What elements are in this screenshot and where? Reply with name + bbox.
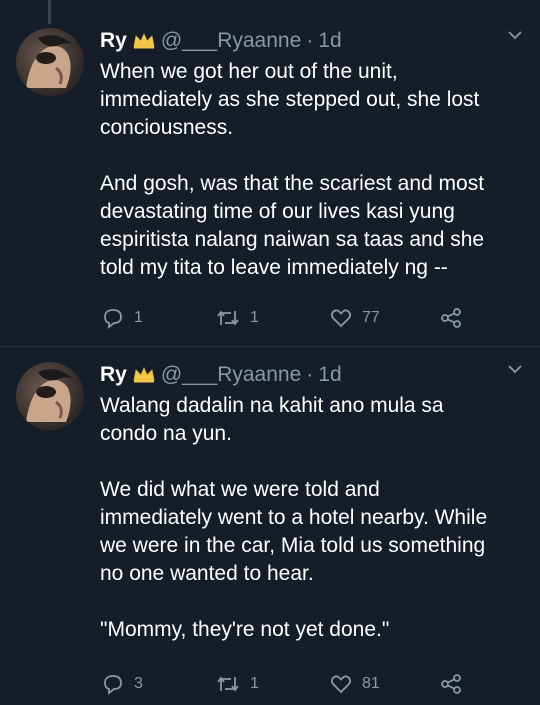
tweet-paragraph: "Mommy, they're not yet done." (100, 618, 390, 641)
like-count: 81 (362, 675, 380, 692)
tweet-body: Walang dadalin na kahit ano mula sa cond… (100, 392, 510, 644)
avatar[interactable] (16, 362, 84, 430)
tweet-body: When we got her out of the unit, immedia… (100, 58, 510, 282)
like-count: 77 (362, 309, 380, 326)
chevron-down-icon[interactable] (508, 30, 522, 40)
heart-icon (330, 675, 352, 694)
share-button[interactable] (440, 307, 472, 329)
tweet-header: Ry @___Ryaanne · 1d (100, 28, 510, 54)
share-button[interactable] (440, 673, 472, 695)
separator: · (306, 29, 314, 52)
timestamp[interactable]: 1d (318, 28, 341, 54)
reply-icon (104, 309, 122, 329)
heart-icon (330, 309, 352, 328)
handle[interactable]: @___Ryaanne (161, 362, 301, 388)
retweet-count: 1 (250, 309, 259, 326)
tweet-header: Ry @___Ryaanne · 1d (100, 362, 510, 388)
crown-icon (133, 33, 155, 49)
tweet-paragraph: Walang dadalin na kahit ano mula sa cond… (100, 394, 444, 445)
handle[interactable]: @___Ryaanne (161, 28, 301, 54)
reply-button[interactable]: 3 (102, 673, 143, 695)
retweet-icon (217, 676, 239, 692)
avatar[interactable] (16, 28, 84, 96)
share-icon (441, 674, 461, 694)
separator: · (306, 363, 314, 386)
reply-count: 1 (134, 309, 143, 326)
tweet-paragraph: And gosh, was that the scariest and most… (100, 172, 485, 279)
share-icon (441, 308, 461, 328)
thread-line (48, 0, 51, 24)
reply-count: 3 (134, 675, 143, 692)
display-name[interactable]: Ry (100, 362, 127, 388)
timestamp[interactable]: 1d (318, 362, 341, 388)
crown-icon (133, 367, 155, 383)
retweet-icon (217, 310, 239, 326)
tweet-paragraph: When we got her out of the unit, immedia… (100, 60, 480, 139)
retweet-button[interactable]: 1 (216, 307, 259, 329)
like-button[interactable]: 81 (330, 673, 380, 695)
tweet-divider (0, 346, 540, 347)
reply-button[interactable]: 1 (102, 307, 143, 329)
like-button[interactable]: 77 (330, 307, 380, 329)
display-name[interactable]: Ry (100, 28, 127, 54)
tweet-actions: 1 1 77 (100, 307, 500, 331)
tweet-actions: 3 1 81 (100, 673, 500, 697)
retweet-count: 1 (250, 675, 259, 692)
tweet-paragraph: We did what we were told and immediately… (100, 478, 488, 585)
reply-icon (104, 675, 122, 695)
chevron-down-icon[interactable] (508, 364, 522, 374)
retweet-button[interactable]: 1 (216, 673, 259, 695)
